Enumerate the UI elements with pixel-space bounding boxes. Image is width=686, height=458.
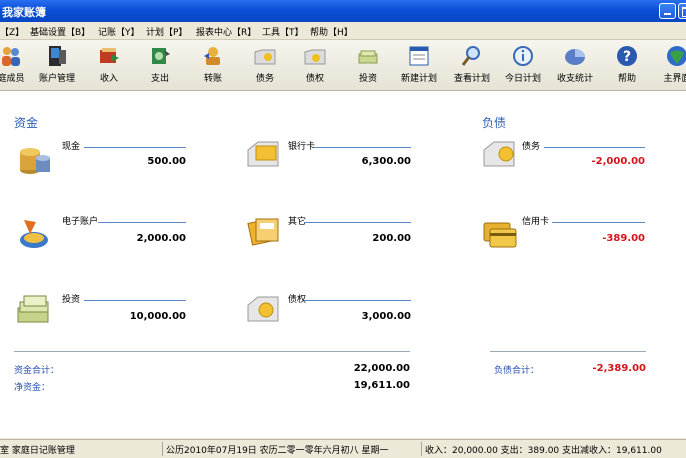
transfer-icon: [204, 47, 220, 65]
account-name-bank-card: 银行卡: [288, 142, 316, 152]
account-value-debt: -2,000.00: [591, 156, 646, 167]
account-value-investment: 10,000.00: [129, 311, 186, 322]
toolbar-today-plan-button[interactable]: 今日计划: [500, 42, 546, 88]
toolbar-help-button[interactable]: ? 帮助: [604, 42, 650, 88]
toolbar-income-button[interactable]: 收入: [86, 42, 132, 88]
toolbar-statistics-button[interactable]: 收支统计: [552, 42, 598, 88]
liabilities-total-divider: [490, 351, 646, 352]
expense-icon: [152, 48, 170, 64]
toolbar-debt-button[interactable]: 债务: [242, 42, 288, 88]
home-icon: [667, 46, 686, 66]
toolbar: 庭成员 账户管理 收入 支出 转账 债务 债权 投资 新建计划 查看计划 今日计…: [0, 40, 686, 91]
today-plan-icon: [513, 46, 533, 66]
view-plan-icon: [461, 46, 480, 66]
account-name-other: 其它: [288, 217, 307, 227]
title-bar: 我家账簿: [0, 0, 686, 22]
bank-card-icon: [247, 141, 279, 167]
menu-item-help[interactable]: 帮助【H】: [310, 25, 353, 38]
other-icon: [247, 218, 279, 246]
family-icon: [2, 47, 20, 66]
toolbar-home-button[interactable]: 主界面: [654, 42, 686, 88]
status-bar: 室 家庭日记账管理 公历2010年07月19日 农历二零一零年六月初八 星期一 …: [0, 439, 686, 458]
status-app-name: 室 家庭日记账管理: [0, 446, 75, 456]
account-name-investment: 投资: [62, 295, 81, 305]
account-underline: [98, 222, 186, 223]
account-underline: [84, 147, 186, 148]
assets-total-label: 资金合计：: [14, 366, 60, 376]
menu-bar: 【Z】 基础设置【B】 记账【Y】 计划【P】 报表中心【R】 工具【T】 帮助…: [0, 22, 686, 40]
main-panel: 资金 负债 现金 500.00 银行卡 6,300.00 债务 -2,000.0…: [0, 91, 686, 438]
account-name-cash: 现金: [62, 142, 81, 152]
toolbar-investment-button[interactable]: 投资: [345, 42, 391, 88]
income-icon: [100, 48, 119, 63]
toolbar-transfer-button[interactable]: 转账: [190, 42, 236, 88]
account-underline: [314, 147, 411, 148]
liabilities-total-label: 负债合计：: [494, 366, 540, 376]
status-divider: [421, 442, 422, 456]
account-name-debt: 债务: [522, 142, 541, 152]
toolbar-new-plan-button[interactable]: 新建计划: [396, 42, 442, 88]
account-underline: [304, 222, 411, 223]
credit-card-icon: [483, 222, 517, 248]
toolbar-claim-button[interactable]: 债权: [292, 42, 338, 88]
liabilities-total-value: -2,389.00: [592, 363, 647, 374]
menu-item-settings[interactable]: 基础设置【B】: [30, 25, 90, 38]
debt-folder-icon: [483, 141, 515, 167]
assets-total-divider: [14, 351, 410, 352]
status-summary: 收入：20,000.00 支出：389.00 支出减收入：19,611.00: [425, 446, 662, 456]
claim-icon: [304, 49, 326, 65]
e-account-icon: [20, 220, 48, 248]
maximize-button[interactable]: [678, 3, 686, 19]
toolbar-expense-button[interactable]: 支出: [137, 42, 183, 88]
account-underline: [84, 300, 186, 301]
assets-total-value: 22,000.00: [353, 363, 410, 374]
toolbar-family-button[interactable]: 庭成员: [0, 42, 34, 88]
cash-coins-icon: [20, 148, 50, 174]
net-assets-label: 净资金：: [14, 383, 51, 393]
account-underline: [552, 222, 645, 223]
menu-item-plan[interactable]: 计划【P】: [146, 25, 187, 38]
minimize-button[interactable]: [659, 3, 676, 19]
claim-folder-icon: [247, 296, 279, 322]
account-value-e-account: 2,000.00: [136, 233, 186, 244]
debt-icon: [254, 49, 276, 65]
account-value-cash: 500.00: [147, 156, 186, 167]
help-icon: ?: [617, 46, 637, 66]
net-assets-value: 19,611.00: [353, 380, 410, 391]
investment-icon: [358, 50, 378, 64]
account-name-credit-card: 信用卡: [522, 217, 550, 227]
account-value-credit-card: -389.00: [602, 233, 645, 244]
menu-item-member[interactable]: 【Z】: [0, 25, 24, 38]
toolbar-account-manage-button[interactable]: 账户管理: [34, 42, 80, 88]
window-title: 我家账簿: [2, 6, 46, 19]
account-name-claim: 债权: [288, 295, 307, 305]
account-value-claim: 3,000.00: [361, 311, 411, 322]
new-plan-icon: [409, 46, 429, 66]
assets-section-title: 资金: [14, 116, 39, 130]
status-divider: [162, 442, 163, 456]
menu-item-tools[interactable]: 工具【T】: [262, 25, 304, 38]
statistics-icon: [565, 49, 585, 65]
liabilities-section-title: 负债: [482, 116, 507, 130]
account-manage-icon: [49, 46, 66, 66]
svg-text:?: ?: [623, 49, 631, 65]
menu-item-reports[interactable]: 报表中心【R】: [196, 25, 256, 38]
account-value-bank-card: 6,300.00: [361, 156, 411, 167]
account-name-e-account: 电子账户: [62, 217, 99, 227]
account-value-other: 200.00: [372, 233, 411, 244]
toolbar-view-plan-button[interactable]: 查看计划: [449, 42, 495, 88]
menu-item-record[interactable]: 记账【Y】: [98, 25, 140, 38]
status-date: 公历2010年07月19日 农历二零一零年六月初八 星期一: [166, 446, 389, 456]
account-underline: [544, 147, 645, 148]
investment-money-icon: [17, 295, 49, 323]
account-underline: [304, 300, 411, 301]
